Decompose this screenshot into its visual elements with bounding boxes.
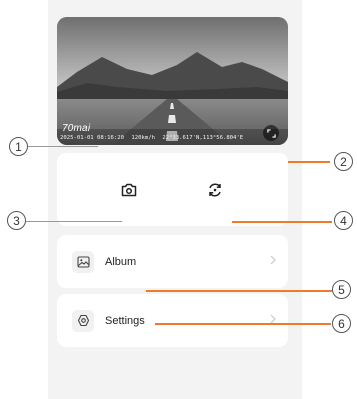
gps-coordinates-text: 22°33.617'N,113°56.804'E <box>162 135 244 141</box>
video-info-overlay: 2025-01-01 08:16:20 120km/h 22°33.617'N,… <box>60 135 247 141</box>
road-scene-image <box>57 17 288 145</box>
leader-line-6 <box>155 323 331 325</box>
album-label: Album <box>105 255 137 268</box>
image-icon <box>76 255 90 268</box>
leader-line-5 <box>146 290 332 292</box>
camera-icon <box>121 183 137 197</box>
speed-text: 120km/h <box>131 135 155 141</box>
album-icon-box <box>72 250 94 273</box>
chevron-right-icon <box>270 255 276 265</box>
leader-line-3 <box>26 221 122 222</box>
callout-marker-3: 3 <box>7 211 26 230</box>
leader-line-2 <box>288 161 330 163</box>
snapshot-button[interactable] <box>118 179 140 201</box>
callout-marker-4: 4 <box>334 211 353 230</box>
fullscreen-icon <box>266 128 276 138</box>
callout-marker-5: 5 <box>332 280 351 299</box>
callout-marker-6: 6 <box>332 314 351 333</box>
album-row[interactable]: Album <box>57 235 288 288</box>
controls-card <box>57 153 288 226</box>
leader-line-1 <box>28 146 98 147</box>
timestamp-text: 2025-01-01 08:16:20 <box>60 135 124 141</box>
switch-camera-button[interactable] <box>204 179 226 201</box>
brand-logo: 70mai <box>62 123 91 134</box>
settings-icon-box <box>72 309 94 332</box>
gear-icon <box>77 314 89 327</box>
switch-camera-icon <box>209 183 221 197</box>
callout-marker-2: 2 <box>334 152 353 171</box>
fullscreen-button[interactable] <box>263 125 279 141</box>
callout-marker-1: 1 <box>9 137 28 156</box>
settings-row[interactable]: Settings <box>57 294 288 347</box>
live-preview[interactable]: 70mai 2025-01-01 08:16:20 120km/h 22°33.… <box>57 17 288 145</box>
settings-label: Settings <box>105 314 145 327</box>
leader-line-4 <box>232 221 332 223</box>
